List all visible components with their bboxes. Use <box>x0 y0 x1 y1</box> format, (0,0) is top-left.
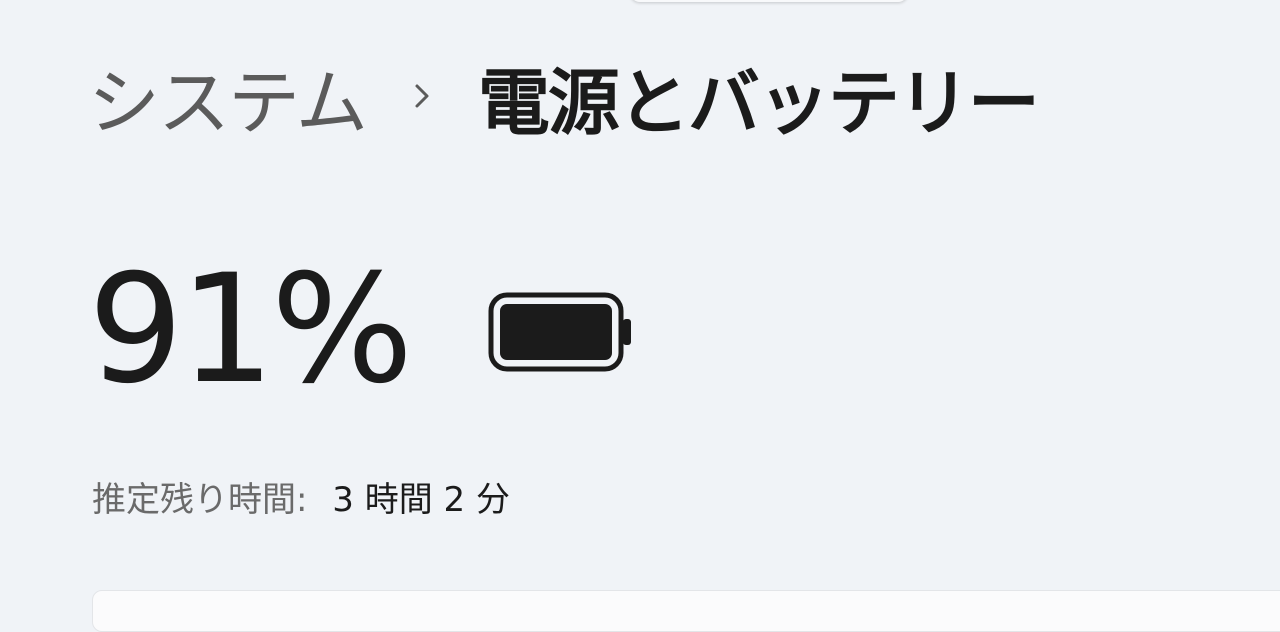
estimated-time-remaining: 推定残り時間: 3 時間 2 分 <box>92 472 510 521</box>
battery-summary: 91% <box>88 250 635 410</box>
top-tab-edge <box>630 0 908 2</box>
battery-icon <box>487 291 635 377</box>
page-title: 電源とバッテリー <box>477 60 1040 145</box>
battery-fill <box>500 304 613 360</box>
battery-percentage: 91% <box>88 243 413 417</box>
settings-card[interactable] <box>92 590 1280 632</box>
breadcrumb-parent-system[interactable]: システム <box>88 44 368 149</box>
estimate-value: 3 時間 2 分 <box>332 480 510 520</box>
estimate-label: 推定残り時間: <box>92 480 308 520</box>
breadcrumb: システム 電源とバッテリー <box>88 48 1040 145</box>
chevron-right-icon <box>366 80 478 112</box>
